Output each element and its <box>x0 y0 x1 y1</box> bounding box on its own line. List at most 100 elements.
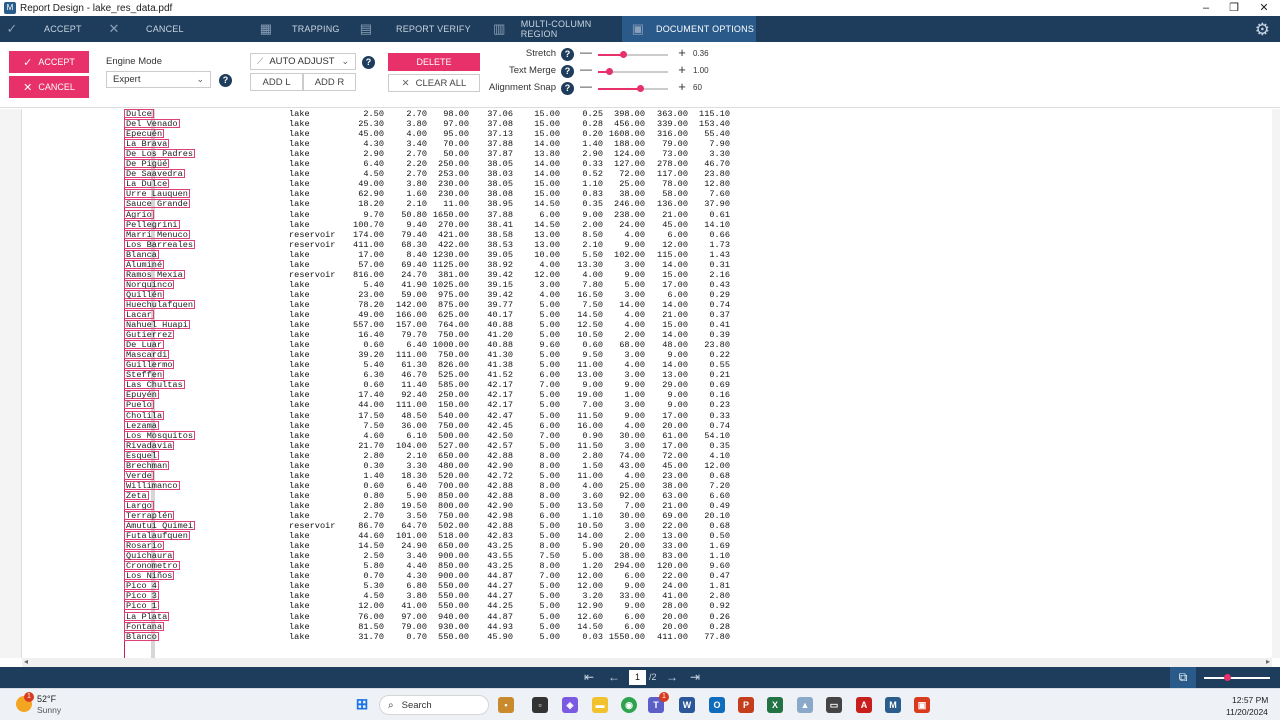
slider-thumb[interactable] <box>620 51 627 58</box>
lake-name-cell[interactable]: Lacar <box>124 310 154 319</box>
lake-name-cell[interactable]: Pico 3 <box>124 591 159 601</box>
tab-multi-column-region[interactable]: ▥ MULTI-COLUMN REGION <box>492 16 622 42</box>
lake-name-cell[interactable]: Rosario <box>124 541 165 550</box>
lake-name-cell[interactable]: Cronometro <box>124 561 180 571</box>
scroll-right-icon[interactable]: ▸ <box>1266 657 1270 666</box>
windows-start-icon[interactable]: ⊞ <box>354 697 370 713</box>
slider-thumb[interactable] <box>637 85 644 92</box>
lake-name-cell[interactable]: La Dulce <box>124 179 170 189</box>
close-window-icon[interactable]: ✕ <box>1250 0 1278 16</box>
plus-icon[interactable]: + <box>677 62 687 77</box>
word-icon[interactable]: W <box>679 697 695 713</box>
help-icon[interactable]: ? <box>561 82 574 95</box>
lake-name-cell[interactable]: Largo <box>124 500 154 510</box>
accept-button[interactable]: ✓ ACCEPT <box>9 51 89 73</box>
photos-icon[interactable]: ▲ <box>797 697 813 713</box>
briefcase-icon[interactable]: ▪ <box>498 697 514 713</box>
zoom-slider[interactable] <box>1204 677 1270 679</box>
lake-name-cell[interactable]: Futalaufquen <box>124 531 190 540</box>
minimize-icon[interactable]: – <box>1192 0 1220 16</box>
lake-name-cell[interactable]: Cholila <box>124 410 165 420</box>
help-icon[interactable]: ? <box>561 65 574 78</box>
tab-report-verify[interactable]: ▤ REPORT VERIFY <box>358 16 488 42</box>
lake-name-cell[interactable]: Marri Menuco <box>124 229 190 239</box>
chrome-icon[interactable]: ◉ <box>621 697 637 713</box>
lake-name-cell[interactable]: Nahuel Huapi <box>124 320 190 329</box>
lake-name-cell[interactable]: De Los Padres <box>124 149 196 158</box>
lake-name-cell[interactable]: Urre Lauquen <box>124 189 190 199</box>
plus-icon[interactable]: + <box>677 45 687 60</box>
tab-document-options[interactable]: ▣ DOCUMENT OPTIONS <box>622 16 756 42</box>
acrobat-icon[interactable]: A <box>856 697 872 713</box>
help-icon[interactable]: ? <box>362 56 375 69</box>
lake-name-cell[interactable]: Blanco <box>124 631 159 641</box>
lake-name-cell[interactable]: Blanca <box>124 249 159 259</box>
previous-page-icon[interactable]: ← <box>608 670 620 684</box>
lake-name-cell[interactable]: Del Venado <box>124 119 180 128</box>
taskbar-search[interactable]: ⌕ Search <box>379 695 489 715</box>
lake-name-cell[interactable]: Brechman <box>124 460 170 470</box>
delete-button[interactable]: DELETE <box>388 53 480 71</box>
lake-name-cell[interactable]: Ramos Mexia <box>124 269 185 279</box>
last-page-icon[interactable]: ⇥ <box>690 670 700 684</box>
lake-name-cell[interactable]: Rivadavia <box>124 440 175 450</box>
horizontal-scrollbar[interactable]: ◂ ▸ <box>22 657 1272 667</box>
minus-icon[interactable]: — <box>580 45 592 59</box>
lake-name-cell[interactable]: Pellegrini <box>124 219 180 229</box>
engine-mode-select[interactable]: Expert ⌄ <box>106 71 211 88</box>
monarch-icon[interactable]: M <box>885 697 901 713</box>
slider-thumb[interactable] <box>606 68 613 75</box>
auto-adjust-select[interactable]: ⟋ AUTO ADJUST ⌄ <box>250 53 356 70</box>
lake-name-cell[interactable]: Pico 1 <box>124 601 159 611</box>
lake-name-cell[interactable]: Willimanco <box>124 480 180 490</box>
minus-icon[interactable]: — <box>580 62 592 76</box>
lake-name-cell[interactable]: Epecuén <box>124 129 165 138</box>
scroll-left-icon[interactable]: ◂ <box>24 657 28 666</box>
lake-name-cell[interactable]: Puelo <box>124 400 154 410</box>
lake-name-cell[interactable]: Steffen <box>124 370 165 380</box>
lake-name-cell[interactable]: Quillén <box>124 289 165 299</box>
page-number-input[interactable]: 1 <box>629 670 646 685</box>
first-page-icon[interactable]: ⇤ <box>584 670 594 684</box>
tab-trapping[interactable]: ▦ TRAPPING <box>258 16 358 42</box>
lake-name-cell[interactable]: Epuyén <box>124 390 159 400</box>
terminal-icon[interactable]: ▭ <box>826 697 842 713</box>
lake-name-cell[interactable]: Amutui Quimei <box>124 521 196 530</box>
lake-name-cell[interactable]: Verde <box>124 470 154 480</box>
lake-name-cell[interactable]: Gutierrez <box>124 330 175 339</box>
lake-name-cell[interactable]: Pico 4 <box>124 581 159 591</box>
lake-name-cell[interactable]: Norquinco <box>124 279 175 289</box>
outlook-icon[interactable]: O <box>709 697 725 713</box>
zoom-slider-thumb[interactable] <box>1224 674 1231 681</box>
lake-name-cell[interactable]: Quichaura <box>124 551 175 560</box>
lake-name-cell[interactable]: Huechulafquen <box>124 299 196 309</box>
lake-name-cell[interactable]: De Luar <box>124 340 165 349</box>
copilot-icon[interactable]: ◈ <box>562 697 578 713</box>
fit-page-icon[interactable]: ⧉ <box>1170 667 1196 688</box>
lake-name-cell[interactable]: La Brava <box>124 139 170 148</box>
lake-name-cell[interactable]: Guillermo <box>124 360 175 370</box>
lake-name-cell[interactable]: Esquel <box>124 450 159 460</box>
powerpoint-icon[interactable]: P <box>738 697 754 713</box>
lake-name-cell[interactable]: De Saavedra <box>124 169 185 179</box>
lake-name-cell[interactable]: Terraplén <box>124 511 175 520</box>
tab-cancel[interactable]: ✕ CANCEL <box>106 16 226 42</box>
lake-name-cell[interactable]: Los Barreales <box>124 239 196 249</box>
lake-name-cell[interactable]: Fontana <box>124 621 165 631</box>
gear-icon[interactable]: ⚙ <box>1255 20 1270 40</box>
app-icon-red[interactable]: ▣ <box>914 697 930 713</box>
lake-name-cell[interactable]: De Pigüé <box>124 159 170 169</box>
add-r-button[interactable]: ADD R <box>303 73 356 91</box>
document-viewer[interactable]: Dulce lake 2.50 2.70 98.00 37.06 15.00 0.25 398.… <box>0 109 1280 658</box>
lake-name-cell[interactable]: Lezama <box>124 420 159 430</box>
lake-name-cell[interactable]: Mascardi <box>124 350 170 359</box>
lake-name-cell[interactable]: Los Mosquitos <box>124 430 196 440</box>
lake-name-cell[interactable]: Dulce <box>124 109 154 118</box>
next-page-icon[interactable]: → <box>666 670 678 684</box>
lake-name-cell[interactable]: Zeta <box>124 490 149 500</box>
help-icon[interactable]: ? <box>561 48 574 61</box>
add-l-button[interactable]: ADD L <box>250 73 303 91</box>
clear-all-button[interactable]: ✕ CLEAR ALL <box>388 74 480 92</box>
maximize-icon[interactable]: ❐ <box>1220 0 1248 16</box>
plus-icon[interactable]: + <box>677 79 687 94</box>
